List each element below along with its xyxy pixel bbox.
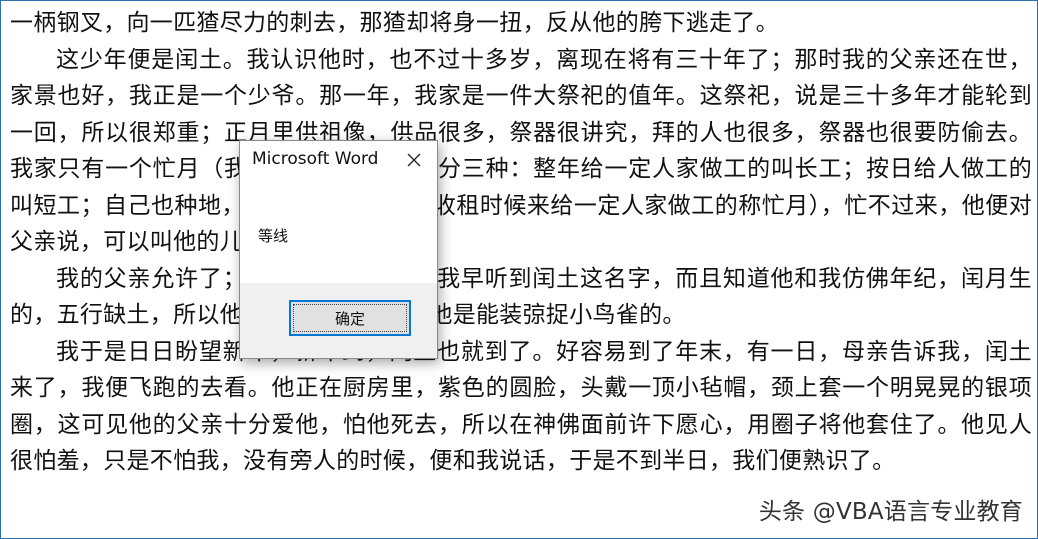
close-icon [407,153,421,167]
paragraph-2: 这少年便是闰土。我认识他时，也不过十多岁，离现在将有三十年了；那时我的父亲还在世… [10,46,1032,256]
dialog-footer: 确定 [240,283,437,358]
ok-button[interactable]: 确定 [289,300,411,336]
document-body[interactable]: 一柄钢叉，向一匹猹尽力的刺去，那猹却将身一扭，反从他的胯下逃走了。 这少年便是闰… [10,5,1032,480]
close-button[interactable] [401,147,427,173]
dialog-title: Microsoft Word [252,149,379,169]
document-window: 一柄钢叉，向一匹猹尽力的刺去，那猹却将身一扭，反从他的胯下逃走了。 这少年便是闰… [0,0,1038,539]
paragraph-3: 我的父亲允许了；我也很高兴，因为我早听到闰土这名字，而且知道他和我仿佛年纪，闰月… [10,265,1032,329]
paragraph-1: 一柄钢叉，向一匹猹尽力的刺去，那猹却将身一扭，反从他的胯下逃走了。 [10,10,779,36]
message-box: Microsoft Word 等线 确定 [239,140,438,359]
watermark: 头条 @VBA语言专业教育 [758,499,1023,525]
dialog-message: 等线 [258,227,289,245]
paragraph-4: 我于是日日盼望新年，新年到，闰土也就到了。好容易到了年末，有一日，母亲告诉我，闰… [10,338,1032,475]
